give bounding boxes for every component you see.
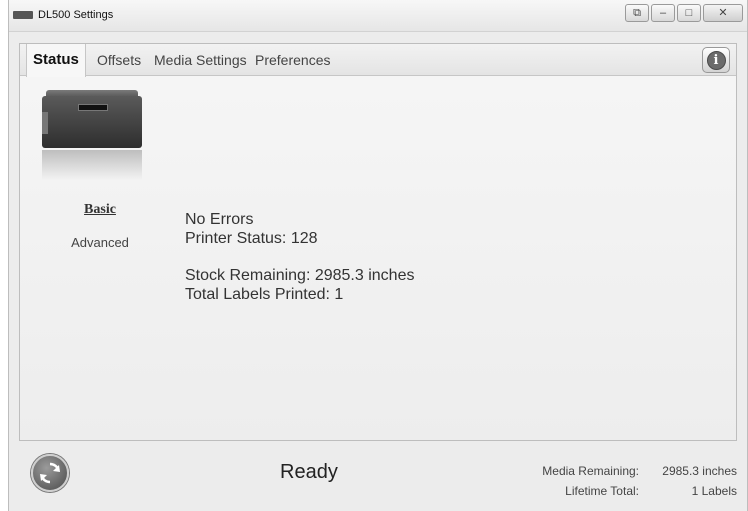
app-icon bbox=[13, 11, 33, 19]
status-footer: Ready Media Remaining: 2985.3 inches Lif… bbox=[9, 442, 747, 511]
lifetime-total-value: 1 Labels bbox=[691, 484, 737, 498]
window-controls: ⧉ – □ ✕ bbox=[625, 4, 743, 22]
maximize-button[interactable]: □ bbox=[677, 4, 701, 22]
settings-window: DL500 Settings ⧉ – □ ✕ Status Offsets Me… bbox=[8, 0, 748, 511]
printer-reflection bbox=[42, 150, 142, 180]
tab-preferences[interactable]: Preferences bbox=[249, 44, 336, 76]
tab-bar: Status Offsets Media Settings Preference… bbox=[20, 44, 736, 77]
printer-image bbox=[42, 90, 142, 185]
printer-slot bbox=[42, 112, 48, 134]
close-button[interactable]: ✕ bbox=[703, 4, 743, 22]
restore-button[interactable]: ⧉ bbox=[625, 4, 649, 22]
tab-status[interactable]: Status bbox=[26, 44, 86, 77]
tab-panel: Status Offsets Media Settings Preference… bbox=[19, 43, 737, 441]
info-button[interactable]: i bbox=[702, 47, 730, 73]
printer-screen bbox=[78, 104, 108, 111]
error-status: No Errors bbox=[185, 211, 254, 228]
lifetime-total-row: Lifetime Total: 1 Labels bbox=[519, 481, 737, 501]
minimize-button[interactable]: – bbox=[651, 4, 675, 22]
title-bar[interactable]: DL500 Settings ⧉ – □ ✕ bbox=[9, 0, 747, 32]
printer-status: Printer Status: 128 bbox=[185, 230, 318, 247]
tab-media-settings[interactable]: Media Settings bbox=[148, 44, 253, 76]
basic-link[interactable]: Basic bbox=[40, 202, 160, 218]
lifetime-total-label: Lifetime Total: bbox=[565, 484, 639, 498]
stock-remaining: Stock Remaining: 2985.3 inches bbox=[185, 267, 415, 284]
media-remaining-label: Media Remaining: bbox=[542, 464, 639, 478]
advanced-link[interactable]: Advanced bbox=[40, 235, 160, 250]
media-remaining-row: Media Remaining: 2985.3 inches bbox=[519, 461, 737, 481]
media-remaining-value: 2985.3 inches bbox=[662, 464, 737, 478]
media-summary: Media Remaining: 2985.3 inches Lifetime … bbox=[519, 461, 737, 501]
status-block: No Errors Printer Status: 128 Stock Rema… bbox=[185, 210, 414, 304]
window-title: DL500 Settings bbox=[38, 9, 114, 21]
tab-offsets[interactable]: Offsets bbox=[91, 44, 147, 76]
ready-status: Ready bbox=[280, 461, 338, 483]
total-labels-printed: Total Labels Printed: 1 bbox=[185, 286, 344, 303]
refresh-button[interactable] bbox=[31, 454, 69, 492]
refresh-icon bbox=[40, 462, 60, 484]
info-icon: i bbox=[706, 50, 726, 70]
